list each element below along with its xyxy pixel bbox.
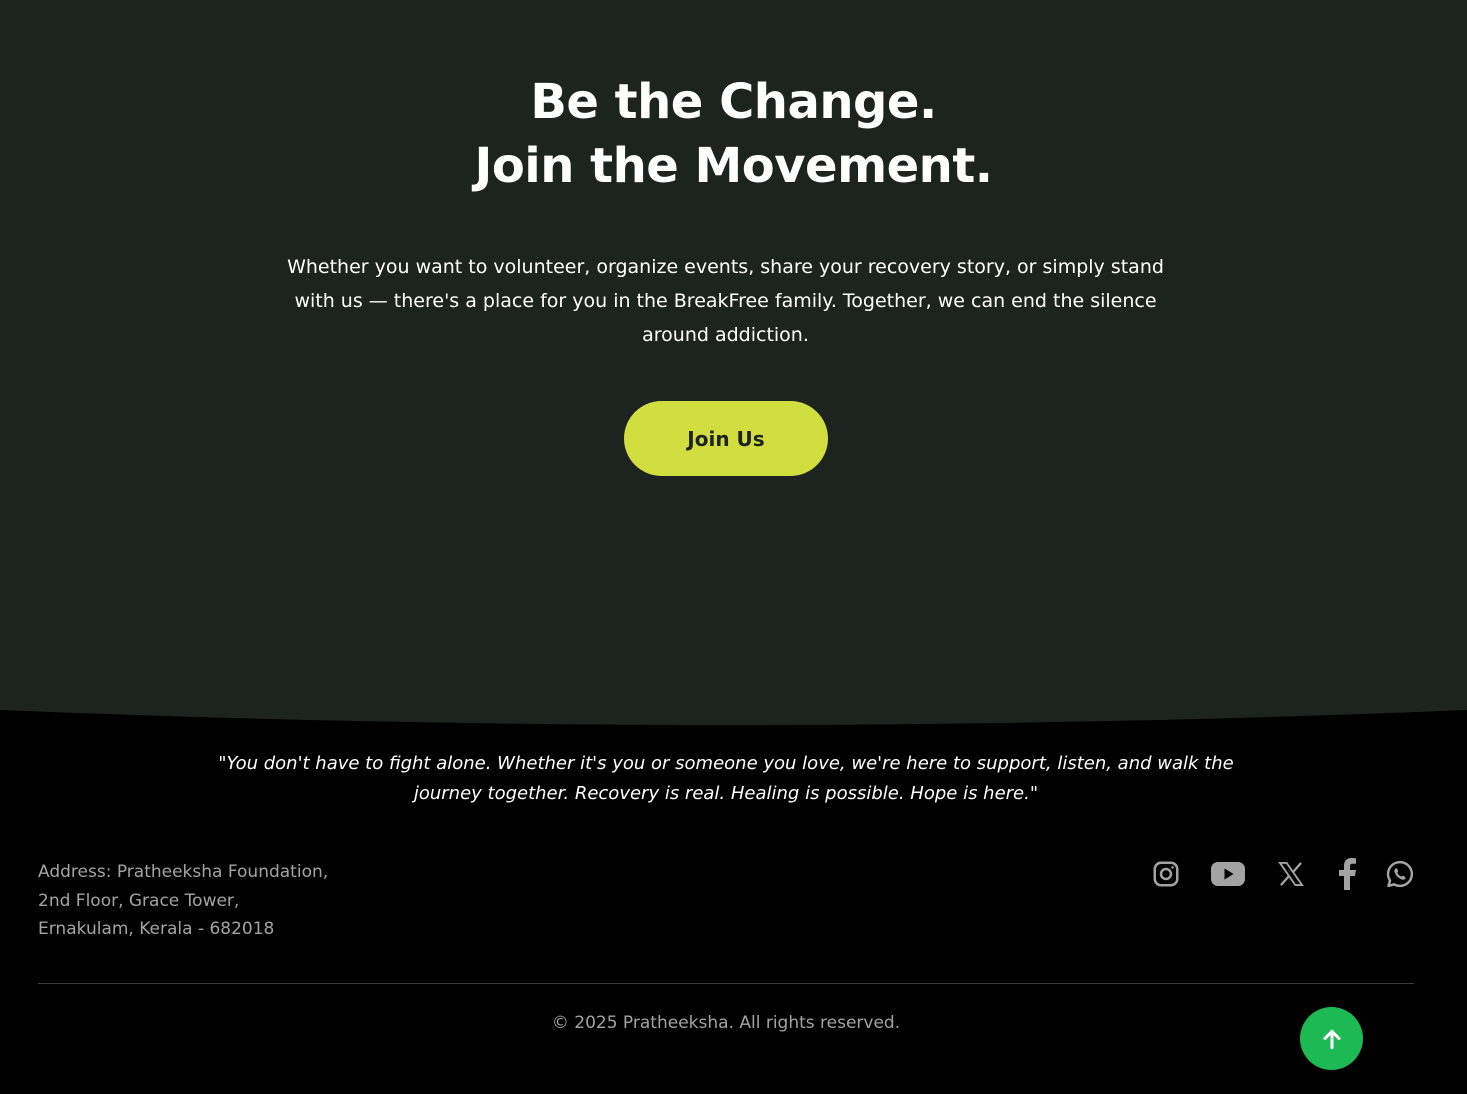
x-twitter-link[interactable]	[1273, 856, 1309, 892]
cta-heading-line-1: Be the Change.	[530, 74, 937, 130]
arrow-up-icon	[1322, 1029, 1341, 1049]
footer-divider	[38, 983, 1414, 984]
back-to-top-button[interactable]	[1300, 1007, 1363, 1070]
x-twitter-icon	[1278, 861, 1304, 887]
cta-section: Be the Change. Join the Movement. Whethe…	[0, 0, 1467, 760]
whatsapp-link[interactable]	[1382, 856, 1418, 892]
youtube-icon	[1211, 862, 1245, 886]
cta-description: Whether you want to volunteer, organize …	[287, 256, 1164, 346]
footer-quote: "You don't have to fight alone. Whether …	[218, 753, 1234, 804]
page: Be the Change. Join the Movement. Whethe…	[0, 0, 1467, 1094]
copyright-text: © 2025 Pratheeksha. All rights reserved.	[551, 1013, 901, 1033]
instagram-icon	[1153, 861, 1179, 887]
youtube-link[interactable]	[1210, 856, 1246, 892]
facebook-icon	[1339, 858, 1356, 890]
instagram-link[interactable]	[1148, 856, 1184, 892]
cta-heading-line-2: Join the Movement.	[474, 138, 993, 194]
cta-heading: Be the Change. Join the Movement.	[0, 70, 1467, 198]
whatsapp-icon	[1386, 860, 1414, 888]
social-links	[0, 856, 1467, 892]
address-line-3: Ernakulam, Kerala - 682018	[38, 919, 275, 939]
facebook-link[interactable]	[1329, 856, 1365, 892]
join-us-button[interactable]: Join Us	[624, 401, 828, 476]
